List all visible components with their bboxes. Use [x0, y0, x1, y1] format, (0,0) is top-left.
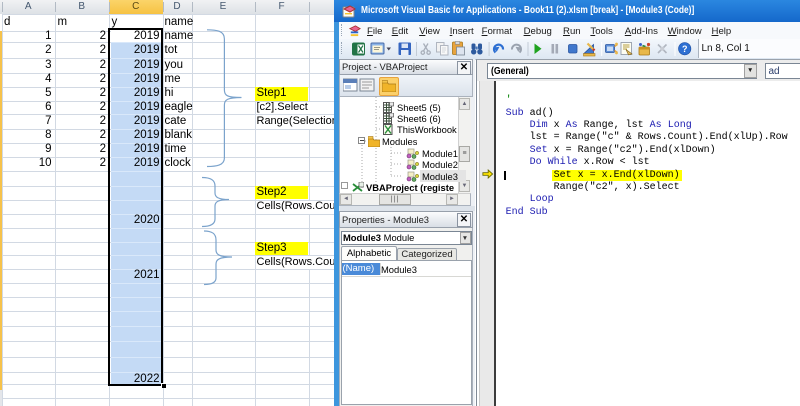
- svg-text:?: ?: [682, 44, 688, 54]
